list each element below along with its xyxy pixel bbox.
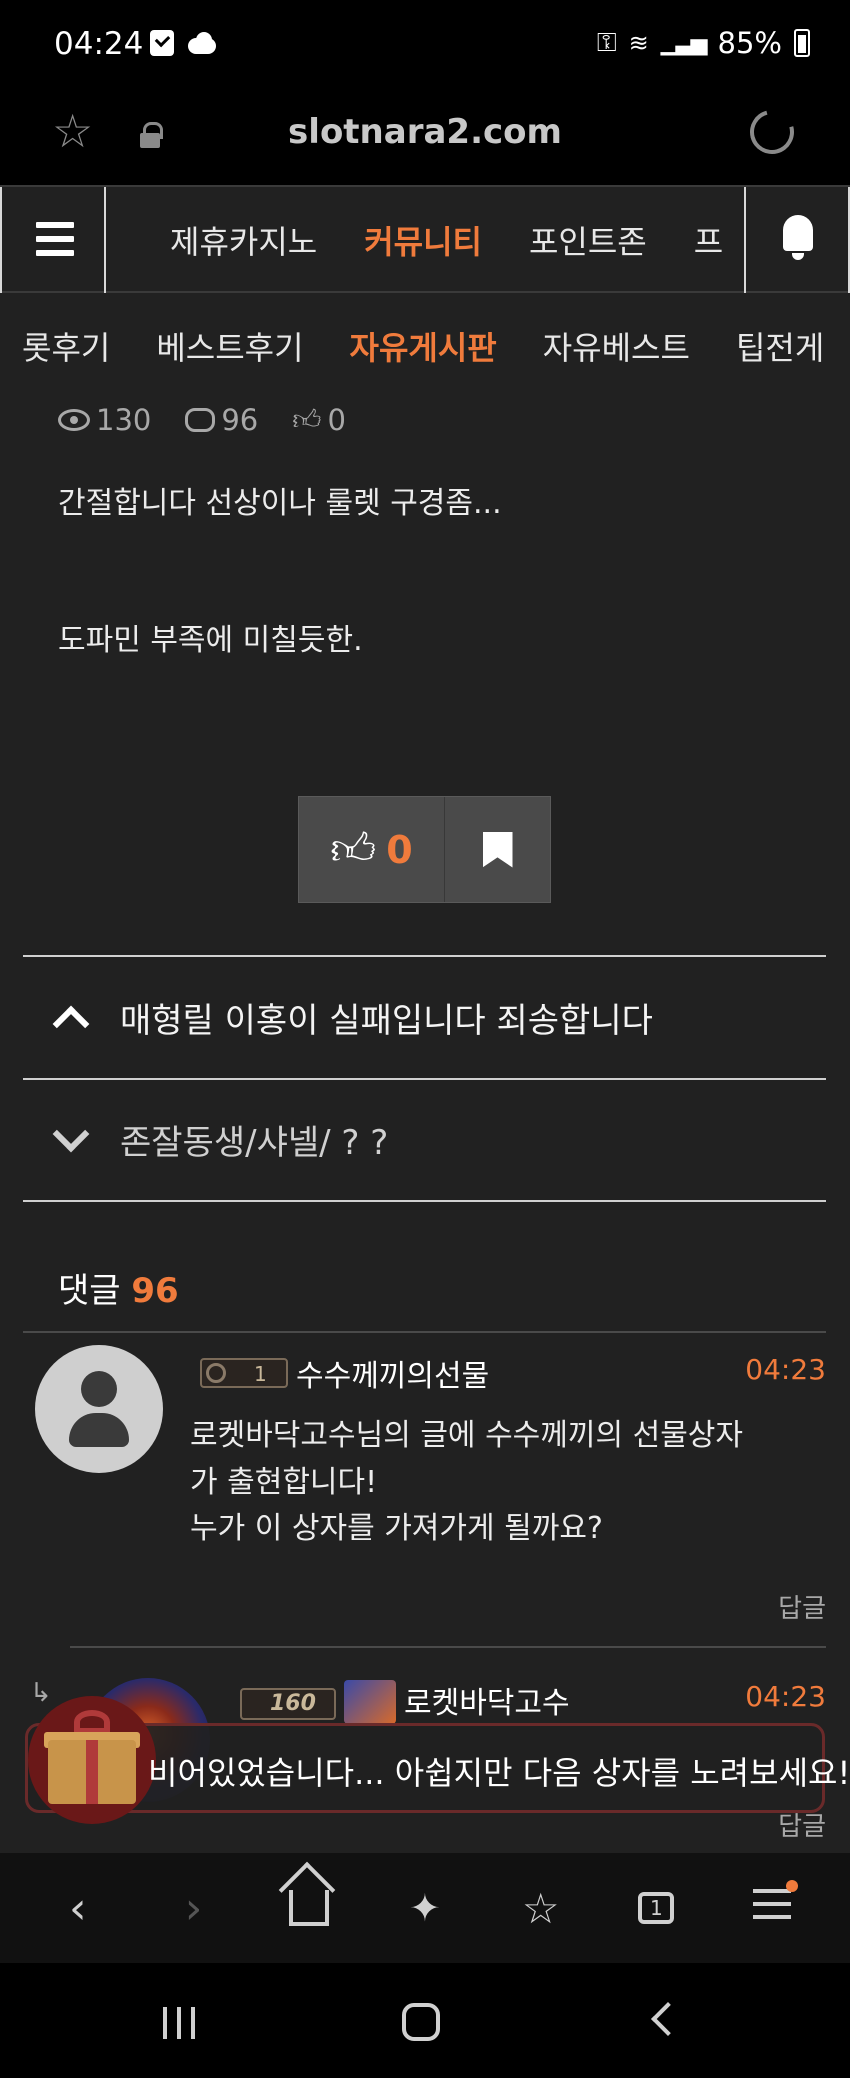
signal-icon: ▁▃▅ [660,30,708,56]
system-back-button[interactable] [651,2002,685,2036]
divider [23,1200,826,1202]
nav-item-more[interactable]: 프 [694,217,723,263]
recent-apps-button[interactable] [163,2007,195,2039]
like-count: 0 [386,827,413,872]
level-badge: 1 [200,1358,288,1388]
chevron-down-icon [52,1115,90,1152]
notifications-button[interactable] [744,187,850,293]
battery-percent: 85% [717,26,782,60]
divider [23,1078,826,1080]
gift-icon [28,1696,156,1824]
prev-post-title: 매형릴 이홍이 실패입니다 죄송합니다 [120,1001,653,1041]
status-bar: 04:24 ⚿ ≋ ▁▃▅ 85% [0,0,850,90]
site-nav: 제휴카지노 커뮤니티 포인트존 프 [0,185,850,293]
comments-count: 96 [185,403,258,437]
next-post-link[interactable]: 존잘동생/샤넬/ ? ? [52,1115,389,1164]
comments-header: 댓글 96 [58,1263,179,1312]
views-count: 130 [58,403,151,437]
forward-button[interactable]: › [164,1878,224,1938]
comment-time: 04:23 [745,1353,826,1386]
notification-icons [150,30,218,56]
tab-tips[interactable]: 팁전게 [736,323,824,369]
back-button[interactable]: ‹ [48,1878,108,1938]
tab-free-board[interactable]: 자유게시판 [350,323,497,369]
tabs-button[interactable]: 1 [626,1878,686,1938]
wifi-icon: ≋ [628,29,649,57]
menu-button[interactable] [742,1878,802,1938]
post-meta: 130 96 👍︎ 0 [58,403,346,437]
thumbs-up-icon: 👍︎ [330,824,377,875]
menu-button[interactable] [0,187,106,293]
post-content: 130 96 👍︎ 0 간절합니다 선상이나 룰렛 구경좀... 도파민 부족에… [0,393,850,1853]
post-body-line: 도파민 부족에 미칠듯한. [58,623,363,658]
post-body: 간절합니다 선상이나 룰렛 구경좀... 도파민 부족에 미칠듯한. [58,483,502,757]
site-nav-items: 제휴카지노 커뮤니티 포인트존 프 [170,217,730,263]
next-post-title: 존잘동생/샤넬/ ? ? [120,1123,389,1163]
comment-bubble-icon [185,408,216,432]
bookmark-icon [482,831,513,868]
gift-toast[interactable]: 비어있었습니다... 아쉽지만 다음 상자를 노려보세요! [25,1696,850,1824]
home-button[interactable] [279,1878,339,1938]
like-button[interactable]: 👍︎ 0 [299,797,445,902]
menu-icon [753,1888,792,1928]
tabs-icon: 1 [638,1892,675,1924]
bookmark-button[interactable] [445,797,550,902]
nav-item-point-zone[interactable]: 포인트존 [529,217,647,263]
browser-toolbar: ‹ › ✦ ☆ 1 [0,1853,850,1963]
url-bar: ☆ slotnara2.com [0,90,850,185]
reload-icon[interactable] [741,101,803,163]
url-text[interactable]: slotnara2.com [0,112,850,152]
thumbs-up-icon: 👍︎ [292,403,322,436]
comment-item: 1 수수께끼의선물 04:23 로켓바닥고수님의 글에 수수께끼의 선물상자 가… [0,1333,850,1633]
comments-total: 96 [131,1271,179,1311]
reply-button[interactable]: 답글 [778,1588,826,1625]
tab-slot-review[interactable]: 롯후기 [22,323,110,369]
chevron-up-icon [52,1005,90,1042]
likes-count: 👍︎ 0 [292,403,346,437]
home-icon [289,1890,330,1926]
toast-message: 비어있었습니다... 아쉽지만 다음 상자를 노려보세요! [148,1754,850,1792]
game-badge-icon [344,1680,396,1724]
ai-sparkle-button[interactable]: ✦ [395,1878,455,1938]
sparkle-icon: ✦ [409,1886,441,1930]
vote-box: 👍︎ 0 [298,796,551,903]
bookmarks-button[interactable]: ☆ [511,1878,571,1938]
hamburger-icon [36,222,74,256]
comment-time: 04:23 [745,1680,826,1713]
system-home-button[interactable] [402,2003,440,2041]
comment-text: 로켓바닥고수님의 글에 수수께끼의 선물상자 가 출현합니다! 누가 이 상자를… [190,1418,744,1546]
nav-item-partner-casino[interactable]: 제휴카지노 [170,217,317,263]
comments-label: 댓글 [58,1271,121,1311]
battery-icon [794,29,810,57]
tab-free-best[interactable]: 자유베스트 [543,323,690,369]
menu-notification-dot [786,1880,799,1892]
bell-icon [778,215,818,260]
key-icon: ⚿ [596,27,617,58]
post-body-line: 간절합니다 선상이나 룰렛 구경좀... [58,486,502,521]
avatar[interactable] [35,1345,163,1473]
cloud-notification-icon [186,30,218,56]
eye-icon [58,409,90,431]
comment-author[interactable]: 수수께끼의선물 [296,1351,489,1395]
board-tabs: 롯후기 베스트후기 자유게시판 자유베스트 팁전게 [0,293,850,393]
divider [23,955,826,957]
star-list-icon: ☆ [521,1883,560,1933]
comment-author[interactable]: 로켓바닥고수 [404,1678,570,1722]
reply-arrow-icon: ↳ [30,1678,52,1708]
tab-best-review[interactable]: 베스트후기 [156,323,303,369]
prev-post-link[interactable]: 매형릴 이홍이 실패입니다 죄송합니다 [52,993,653,1042]
rank-badge: 160 [240,1688,336,1720]
status-time: 04:24 [54,26,144,62]
status-right: ⚿ ≋ ▁▃▅ 85% [597,26,810,60]
system-nav-bar [0,1963,850,2078]
nav-item-community[interactable]: 커뮤니티 [364,217,482,263]
checkbox-notification-icon [150,30,174,56]
